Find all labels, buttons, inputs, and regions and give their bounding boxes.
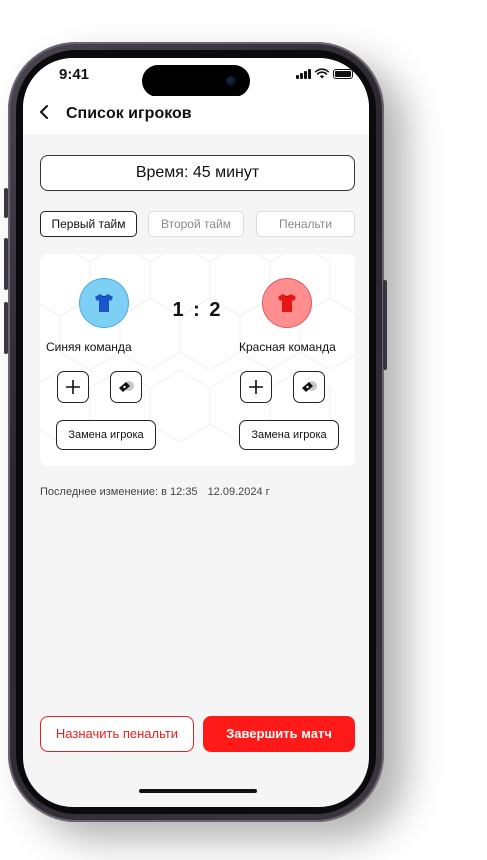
home-indicator[interactable] bbox=[139, 789, 257, 793]
blue-team-name: Синяя команда bbox=[46, 340, 132, 354]
page-title: Список игроков bbox=[66, 105, 192, 122]
whistle-icon bbox=[302, 381, 317, 392]
last-change-date: 12.09.2024 г bbox=[207, 486, 270, 498]
finish-match-button[interactable]: Завершить матч bbox=[203, 716, 355, 752]
cellular-signal-icon bbox=[296, 68, 311, 79]
red-substitution-button[interactable]: Замена игрока bbox=[239, 420, 339, 450]
match-timer: Время: 45 минут bbox=[40, 155, 355, 191]
app-header: Список игроков bbox=[23, 96, 369, 134]
dynamic-island bbox=[142, 65, 250, 97]
red-team-logo bbox=[262, 278, 312, 328]
last-change-label: Последнее изменение: bbox=[40, 486, 159, 498]
chevron-left-icon[interactable] bbox=[39, 104, 49, 124]
tab-penalties[interactable]: Пенальти bbox=[256, 211, 355, 237]
blue-substitution-button[interactable]: Замена игрока bbox=[56, 420, 156, 450]
last-change-time: в 12:35 bbox=[161, 486, 198, 498]
scoreboard-card: Синяя команда 1 : 2 Красная команда Заме… bbox=[40, 254, 355, 466]
tab-first-half[interactable]: Первый тайм bbox=[40, 211, 137, 237]
plus-icon bbox=[249, 380, 263, 394]
blue-whistle-button[interactable] bbox=[110, 371, 142, 403]
side-button-volume-down bbox=[4, 302, 8, 354]
wifi-icon bbox=[315, 68, 329, 79]
status-bar: 9:41 bbox=[23, 58, 369, 97]
side-button-power bbox=[383, 280, 387, 370]
red-whistle-button[interactable] bbox=[293, 371, 325, 403]
camera-icon bbox=[226, 76, 236, 86]
period-tabs: Первый тайм Второй тайм Пенальти bbox=[40, 211, 355, 237]
red-add-goal-button[interactable] bbox=[240, 371, 272, 403]
status-time: 9:41 bbox=[59, 66, 90, 83]
battery-icon bbox=[333, 68, 353, 79]
app-screen: 9:41 Список игроков Время: 45 минут Перв… bbox=[23, 58, 369, 807]
red-team-name: Красная команда bbox=[239, 340, 336, 354]
whistle-icon bbox=[119, 381, 134, 392]
tab-second-half[interactable]: Второй тайм bbox=[148, 211, 244, 237]
plus-icon bbox=[66, 380, 80, 394]
blue-add-goal-button[interactable] bbox=[57, 371, 89, 403]
last-change-info: Последнее изменение: в 12:35 12.09.2024 г bbox=[40, 486, 270, 498]
assign-penalty-button[interactable]: Назначить пенальти bbox=[40, 716, 194, 752]
side-button-volume-up bbox=[4, 238, 8, 290]
jersey-icon bbox=[278, 294, 296, 312]
status-icons bbox=[296, 68, 353, 79]
side-button-action bbox=[4, 188, 8, 218]
